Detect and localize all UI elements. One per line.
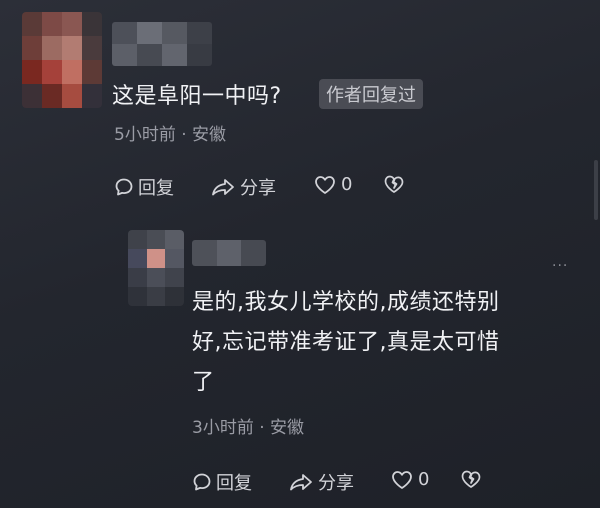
reply-text-line-2: 好,忘记带准考证了,真是太可惜 <box>192 330 500 355</box>
reply-text-line-1: 是的,我女儿学校的,成绩还特别 <box>192 290 500 315</box>
reply-share-button[interactable]: 分享 <box>288 469 354 495</box>
comment-like-button[interactable]: 0 <box>313 174 352 195</box>
chat-bubble-icon <box>114 177 134 197</box>
commenter-avatar[interactable] <box>22 12 102 108</box>
share-label: 分享 <box>240 178 276 199</box>
comment-dislike-button[interactable] <box>383 174 405 194</box>
like-count: 0 <box>418 469 430 490</box>
reply-dislike-button[interactable] <box>460 469 482 489</box>
comment-share-button[interactable]: 分享 <box>210 174 276 200</box>
comment-meta: 5小时前 · 安徽 <box>114 125 227 145</box>
reply-label: 回复 <box>216 473 252 494</box>
chat-bubble-icon <box>192 472 212 492</box>
replier-name-blurred[interactable] <box>192 240 266 266</box>
commenter-name-blurred[interactable] <box>112 22 212 66</box>
share-arrow-icon <box>210 177 236 197</box>
heart-icon <box>313 175 337 195</box>
more-dots-icon[interactable]: ··· <box>552 258 568 274</box>
comment-text: 这是阜阳一中吗? <box>112 84 282 109</box>
reply-like-button[interactable]: 0 <box>390 469 429 490</box>
replier-avatar[interactable] <box>128 230 184 306</box>
like-count: 0 <box>341 174 353 195</box>
broken-heart-icon <box>383 174 405 194</box>
author-replied-badge: 作者回复过 <box>319 79 423 109</box>
scrollbar[interactable] <box>594 160 598 220</box>
reply-reply-button[interactable]: 回复 <box>192 469 252 495</box>
comment-reply-button[interactable]: 回复 <box>114 174 174 200</box>
reply-label: 回复 <box>138 178 174 199</box>
reply-text: 是的,我女儿学校的,成绩还特别 好,忘记带准考证了,真是太可惜 了 <box>192 283 500 403</box>
broken-heart-icon <box>460 469 482 489</box>
heart-icon <box>390 470 414 490</box>
share-arrow-icon <box>288 472 314 492</box>
reply-meta: 3小时前 · 安徽 <box>192 418 305 438</box>
share-label: 分享 <box>318 473 354 494</box>
reply-text-line-3: 了 <box>192 370 215 395</box>
